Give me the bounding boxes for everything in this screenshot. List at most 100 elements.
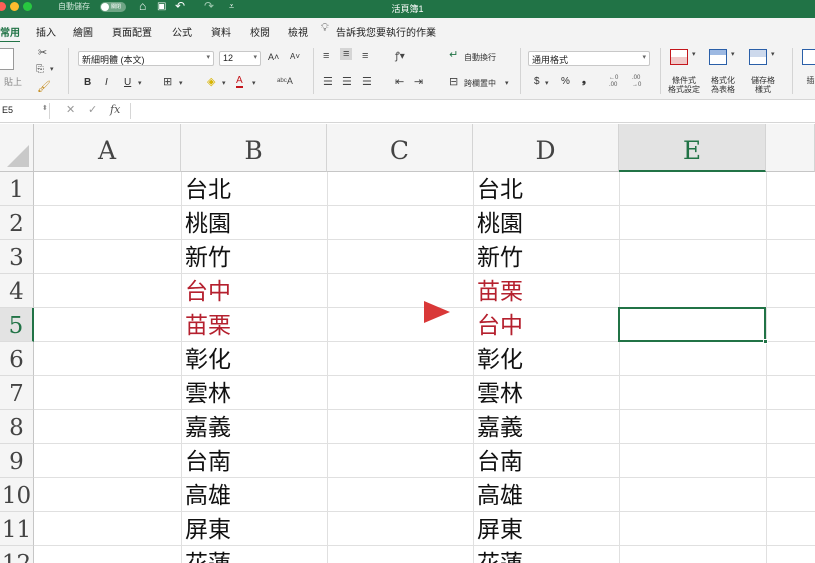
chevron-down-icon[interactable]: ▾ (138, 79, 142, 87)
borders-icon[interactable]: ⊞ (163, 75, 172, 88)
cell-d6[interactable]: 彰化 (473, 342, 619, 376)
chevron-down-icon[interactable]: ⬍ (42, 104, 48, 112)
tell-me-search[interactable]: 告訴我您要執行的作業 (336, 24, 436, 39)
tab-data[interactable]: 資料 (211, 24, 231, 39)
insert-function-button[interactable]: fx (110, 103, 120, 116)
orientation-icon[interactable]: ꝭ▾ (395, 48, 405, 62)
formula-input[interactable] (132, 102, 815, 120)
align-right-icon[interactable]: ☰ (362, 75, 372, 88)
cell-b1[interactable]: 台北 (181, 172, 327, 206)
enter-icon[interactable]: ✓ (88, 103, 97, 116)
format-painter-icon[interactable]: 🖌︎ (37, 80, 51, 93)
chevron-down-icon[interactable]: ▾ (771, 50, 775, 58)
tab-page-layout[interactable]: 頁面配置 (112, 24, 152, 39)
font-name-select[interactable]: 新細明體 (本文) ▾ (78, 51, 214, 66)
align-top-icon[interactable]: ≡ (323, 50, 329, 62)
column-header-b[interactable]: B (181, 124, 327, 172)
merge-center-label[interactable]: 跨欄置中 (464, 78, 496, 89)
font-size-select[interactable]: 12 ▾ (219, 51, 261, 66)
cell-styles-label[interactable]: 儲存格 樣式 (745, 76, 781, 94)
paste-icon[interactable] (0, 48, 14, 70)
conditional-format-label[interactable]: 條件式 格式設定 (666, 76, 702, 94)
tab-insert[interactable]: 插入 (36, 24, 56, 39)
phonetic-icon[interactable]: ᵃᵇᶜA (277, 76, 293, 86)
chevron-down-icon[interactable]: ▾ (505, 79, 509, 87)
cell-b9[interactable]: 台南 (181, 444, 327, 478)
tab-draw[interactable]: 繪圖 (73, 24, 93, 39)
row-header-12[interactable]: 12 (0, 546, 34, 563)
chevron-down-icon[interactable]: ▾ (179, 79, 183, 87)
row-header-9[interactable]: 9 (0, 444, 34, 478)
cell-d2[interactable]: 桃園 (473, 206, 619, 240)
cell-b12[interactable]: 花蓮 (181, 546, 327, 563)
fill-color-icon[interactable]: ◈ (207, 75, 215, 88)
cut-icon[interactable]: ✂ (38, 46, 47, 59)
align-middle-icon[interactable]: ≡ (340, 48, 353, 60)
increase-indent-icon[interactable]: ⇥ (414, 75, 423, 88)
row-header-7[interactable]: 7 (0, 376, 34, 410)
cell-d3[interactable]: 新竹 (473, 240, 619, 274)
cell-b5[interactable]: 苗栗 (181, 308, 327, 342)
cell-d4[interactable]: 苗栗 (473, 274, 619, 308)
align-center-icon[interactable]: ☰ (342, 75, 352, 88)
decrease-indent-icon[interactable]: ⇤ (395, 75, 404, 88)
column-header-e[interactable]: E (619, 124, 766, 172)
cell-d9[interactable]: 台南 (473, 444, 619, 478)
percent-button[interactable]: % (561, 76, 570, 87)
insert-cells-icon[interactable] (802, 49, 815, 65)
bold-button[interactable]: B (84, 77, 91, 88)
cell-b11[interactable]: 屏東 (181, 512, 327, 546)
grow-font-button[interactable]: A˄ (268, 52, 279, 62)
row-header-1[interactable]: 1 (0, 172, 34, 206)
cell-d11[interactable]: 屏東 (473, 512, 619, 546)
worksheet-grid[interactable]: A B C D E 1 台北 台北 2 桃園 桃園 3 新竹 新竹 4 台中 苗栗 5 苗栗 台中 6 彰化 彰化 7 雲林 雲林… (0, 124, 815, 563)
cell-d5[interactable]: 台中 (473, 308, 619, 342)
row-header-11[interactable]: 11 (0, 512, 34, 546)
font-color-icon[interactable]: A (236, 75, 243, 88)
active-cell-e5[interactable] (618, 307, 766, 342)
tab-formulas[interactable]: 公式 (172, 24, 192, 39)
row-header-4[interactable]: 4 (0, 274, 34, 308)
column-header-d[interactable]: D (473, 124, 619, 172)
row-header-8[interactable]: 8 (0, 410, 34, 444)
decrease-decimal-button[interactable]: .00 →0 (632, 75, 641, 89)
fill-handle[interactable] (763, 339, 768, 344)
cell-d1[interactable]: 台北 (473, 172, 619, 206)
chevron-down-icon[interactable]: ▾ (692, 50, 696, 58)
number-format-select[interactable]: 通用格式 ▾ (528, 51, 650, 66)
cell-b8[interactable]: 嘉義 (181, 410, 327, 444)
format-as-table-label[interactable]: 格式化 為表格 (705, 76, 741, 94)
column-header-a[interactable]: A (34, 124, 181, 172)
cancel-icon[interactable]: ✕ (66, 103, 75, 116)
wrap-text-icon[interactable]: ↵ (449, 48, 458, 61)
chevron-down-icon[interactable]: ▾ (222, 79, 226, 87)
cell-b3[interactable]: 新竹 (181, 240, 327, 274)
cell-styles-icon[interactable] (749, 49, 767, 65)
tab-home[interactable]: 常用 (0, 24, 20, 43)
cell-b2[interactable]: 桃園 (181, 206, 327, 240)
italic-button[interactable]: I (105, 77, 108, 88)
chevron-down-icon[interactable]: ▾ (252, 79, 256, 87)
wrap-text-label[interactable]: 自動換行 (464, 52, 496, 63)
row-header-3[interactable]: 3 (0, 240, 34, 274)
conditional-format-icon[interactable] (670, 49, 688, 65)
select-all-button[interactable] (0, 124, 34, 172)
cell-b10[interactable]: 高雄 (181, 478, 327, 512)
tab-view[interactable]: 檢視 (288, 24, 308, 39)
row-header-6[interactable]: 6 (0, 342, 34, 376)
row-header-5[interactable]: 5 (0, 308, 34, 342)
format-as-table-icon[interactable] (709, 49, 727, 65)
row-header-10[interactable]: 10 (0, 478, 34, 512)
chevron-down-icon[interactable]: ▾ (545, 79, 549, 87)
column-header-c[interactable]: C (327, 124, 473, 172)
chevron-down-icon[interactable]: ▾ (50, 65, 54, 73)
merge-center-icon[interactable]: ⊟ (449, 75, 458, 88)
underline-button[interactable]: U (124, 77, 131, 88)
cell-b6[interactable]: 彰化 (181, 342, 327, 376)
row-header-2[interactable]: 2 (0, 206, 34, 240)
cell-d7[interactable]: 雲林 (473, 376, 619, 410)
cell-b7[interactable]: 雲林 (181, 376, 327, 410)
insert-cells-label[interactable]: 插 (806, 76, 815, 85)
shrink-font-button[interactable]: A˅ (290, 52, 300, 61)
tab-review[interactable]: 校閱 (250, 24, 270, 39)
